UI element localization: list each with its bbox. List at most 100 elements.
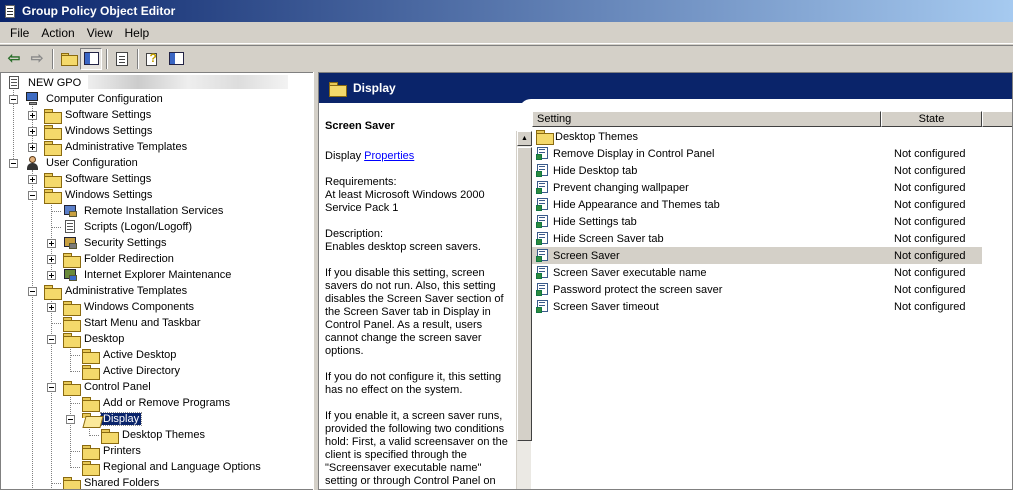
- menu-view[interactable]: View: [81, 26, 119, 40]
- list-item[interactable]: Password protect the screen saver Not con…: [532, 281, 1012, 298]
- tree-item-desktop-themes[interactable]: Desktop Themes: [101, 427, 207, 444]
- tree-item-remote-installation-services[interactable]: Remote Installation Services: [63, 203, 225, 219]
- tree-item-label: Administrative Templates: [65, 141, 188, 153]
- tree-item-active-directory[interactable]: Active Directory: [82, 363, 182, 380]
- tree-item-start-menu-and-taskbar[interactable]: Start Menu and Taskbar: [63, 315, 203, 332]
- settings-list[interactable]: Setting State Desktop Themes Remove Displ…: [532, 111, 1012, 489]
- collapse-toggle[interactable]: [66, 415, 75, 424]
- setting-name: Screen Saver timeout: [553, 300, 659, 313]
- expand-toggle[interactable]: [47, 303, 56, 312]
- collapse-toggle[interactable]: [47, 335, 56, 344]
- export-list-button[interactable]: [111, 48, 133, 70]
- expand-toggle[interactable]: [47, 255, 56, 264]
- list-item[interactable]: Desktop Themes: [532, 128, 1012, 145]
- tree-item-software-settings[interactable]: Software Settings: [44, 107, 153, 124]
- tree-item-user-administrative-templates[interactable]: Administrative Templates: [44, 283, 189, 300]
- list-item[interactable]: Hide Desktop tab Not configured: [532, 162, 1012, 179]
- setting-name: Desktop Themes: [555, 130, 638, 143]
- tree-item-administrative-templates[interactable]: Administrative Templates: [44, 139, 189, 156]
- header-curve: [519, 99, 1012, 111]
- expand-toggle[interactable]: [28, 127, 37, 136]
- tree-item-user-windows-settings[interactable]: Windows Settings: [44, 187, 154, 204]
- collapse-toggle[interactable]: [28, 287, 37, 296]
- menu-file[interactable]: File: [4, 26, 35, 40]
- expand-toggle[interactable]: [28, 143, 37, 152]
- back-button[interactable]: ⇦: [3, 48, 25, 70]
- setting-state: Not configured: [894, 181, 966, 194]
- column-header-setting[interactable]: Setting: [532, 111, 881, 127]
- list-item[interactable]: Prevent changing wallpaper Not configured: [532, 179, 1012, 196]
- tree-item-control-panel[interactable]: Control Panel: [63, 379, 153, 396]
- expand-toggle[interactable]: [28, 111, 37, 120]
- window-title: Group Policy Object Editor: [22, 4, 176, 18]
- list-item[interactable]: Screen Saver timeout Not configured: [532, 298, 1012, 315]
- console-tree[interactable]: NEW GPO Computer Configuration Software …: [0, 72, 313, 490]
- policy-setting-icon: [536, 282, 550, 297]
- tree-item-scripts[interactable]: Scripts (Logon/Logoff): [63, 219, 194, 235]
- setting-name: Screen Saver: [553, 249, 620, 262]
- properties-link[interactable]: Properties: [364, 150, 414, 162]
- tree-item-computer-configuration[interactable]: Computer Configuration: [25, 91, 165, 107]
- tree-item-security-settings[interactable]: Security Settings: [63, 235, 169, 251]
- toolbar-separator: [106, 48, 108, 69]
- tree-line: [51, 298, 52, 489]
- tree-item-label: Software Settings: [65, 109, 152, 121]
- tree-item-display[interactable]: Display: [82, 411, 143, 427]
- collapse-toggle[interactable]: [9, 159, 18, 168]
- forward-button[interactable]: ⇨: [26, 48, 48, 70]
- tree-item-label: Windows Settings: [65, 189, 153, 201]
- tree-item-add-or-remove-programs[interactable]: Add or Remove Programs: [82, 395, 232, 412]
- scroll-thumb[interactable]: [517, 147, 532, 441]
- tree-item-active-desktop[interactable]: Active Desktop: [82, 347, 178, 364]
- up-level-button[interactable]: [57, 48, 79, 70]
- list-item[interactable]: Remove Display in Control Panel Not confi…: [532, 145, 1012, 162]
- list-item[interactable]: Screen Saver Not configured: [532, 247, 982, 264]
- tree-item-root[interactable]: NEW GPO: [7, 75, 83, 91]
- tree-item-windows-settings[interactable]: Windows Settings: [44, 123, 154, 140]
- description-scrollbar[interactable]: ▲: [516, 131, 532, 489]
- tree-item-printers[interactable]: Printers: [82, 443, 143, 460]
- list-item-name: Prevent changing wallpaper: [532, 180, 890, 195]
- show-hide-tree-button[interactable]: [80, 47, 102, 70]
- collapse-toggle[interactable]: [28, 191, 37, 200]
- list-item[interactable]: Screen Saver executable name Not configur…: [532, 264, 1012, 281]
- setting-state: Not configured: [894, 283, 966, 296]
- tree-item-desktop[interactable]: Desktop: [63, 331, 126, 348]
- policy-setting-icon: [536, 163, 550, 178]
- tree-item-label: NEW GPO: [28, 77, 82, 89]
- help-button[interactable]: ?: [142, 48, 164, 70]
- properties-button[interactable]: [165, 48, 187, 70]
- tree-item-windows-components[interactable]: Windows Components: [63, 299, 196, 316]
- list-item-name: Hide Settings tab: [532, 214, 890, 229]
- tree-line: [70, 355, 80, 356]
- list-item[interactable]: Hide Appearance and Themes tab Not config…: [532, 196, 1012, 213]
- tree-item-label: User Configuration: [46, 157, 138, 169]
- list-item[interactable]: Hide Screen Saver tab Not configured: [532, 230, 1012, 247]
- column-header-filler: [982, 111, 1012, 127]
- expand-toggle[interactable]: [28, 175, 37, 184]
- toolbar-separator: [137, 48, 139, 69]
- tree-item-label: Regional and Language Options: [103, 461, 261, 473]
- tree-item-shared-folders[interactable]: Shared Folders: [63, 475, 161, 489]
- tree-item-folder-redirection[interactable]: Folder Redirection: [63, 251, 176, 268]
- description-paragraph-1: If you disable this setting, screen save…: [325, 267, 504, 357]
- tree-line: [89, 435, 99, 436]
- list-item[interactable]: Hide Settings tab Not configured: [532, 213, 1012, 230]
- collapse-toggle[interactable]: [47, 383, 56, 392]
- expand-toggle[interactable]: [47, 239, 56, 248]
- tree-item-user-software-settings[interactable]: Software Settings: [44, 171, 153, 188]
- tree-item-regional-and-language-options[interactable]: Regional and Language Options: [82, 459, 263, 476]
- folder-icon: [82, 460, 100, 476]
- description-paragraph-3: If you enable it, a screen saver runs, p…: [325, 410, 508, 489]
- setting-name: Password protect the screen saver: [553, 283, 723, 296]
- collapse-toggle[interactable]: [9, 95, 18, 104]
- tree-item-user-configuration[interactable]: User Configuration: [25, 155, 140, 171]
- menu-help[interactable]: Help: [119, 26, 156, 40]
- menu-action[interactable]: Action: [35, 26, 80, 40]
- expand-toggle[interactable]: [47, 271, 56, 280]
- column-header-state[interactable]: State: [881, 111, 982, 127]
- tree-line: [70, 467, 80, 468]
- tree-item-internet-explorer-maintenance[interactable]: Internet Explorer Maintenance: [63, 267, 233, 283]
- scroll-up-button[interactable]: ▲: [517, 131, 532, 146]
- tree-line: [51, 483, 61, 484]
